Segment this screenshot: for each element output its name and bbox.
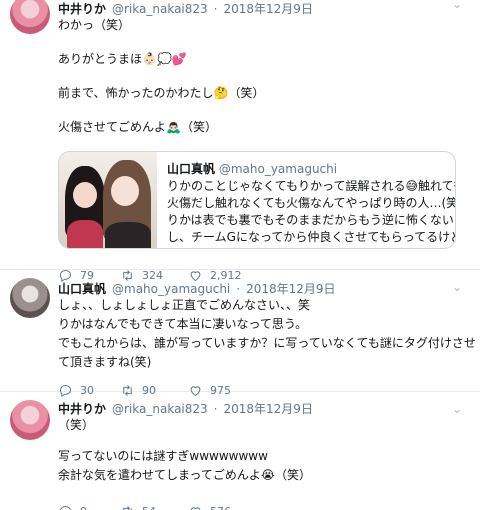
tweet-actions: 9 54 576 <box>58 501 468 510</box>
reply-icon <box>60 505 71 510</box>
separator-dot: · <box>236 282 241 296</box>
quoted-tweet[interactable]: 山口真帆 @maho_yamaguchi りかのことじゃなくてもりかって誤解され… <box>58 151 456 249</box>
tweet-text-line: しょ、、しょしょしょ正直でごめんなさい、、笑 <box>58 298 311 312</box>
tweet-text-line: て頂きますね(笑) <box>58 355 152 369</box>
tweet-reply[interactable]: ⌄ 山口真帆 @maho_yamaguchi · 2018年12月9日 しょ、、… <box>0 270 480 397</box>
display-name[interactable]: 中井りか <box>58 400 106 417</box>
tweet-reply[interactable]: ⌄ 中井りか @rika_nakai823 · 2018年12月9日 （笑） 写… <box>0 392 480 510</box>
quoted-text-line: りかのことじゃなくてもりかって誤解される😅触れても <box>167 179 455 193</box>
like-button[interactable]: 576 <box>188 504 278 510</box>
quoted-tweet-photo[interactable] <box>59 152 157 248</box>
tweet-header: 山口真帆 @maho_yamaguchi · 2018年12月9日 <box>58 280 468 296</box>
quoted-text-line: りかは表でも裏でもそのままだからもう逆に怖くない <box>167 213 454 227</box>
tweet-date[interactable]: 2018年12月9日 <box>246 280 335 297</box>
quoted-user-handle: @maho_yamaguchi <box>218 162 338 176</box>
quoted-text-line: し、チームGになってから仲良くさせてもらってるけど時 <box>167 230 455 244</box>
quoted-tweet-body: 山口真帆 @maho_yamaguchi りかのことじゃなくてもりかって誤解され… <box>157 152 455 248</box>
like-count: 576 <box>210 505 231 510</box>
tweet-text-line: ありがとうまほ👶🏻💭💕 <box>58 52 187 66</box>
tweet-header: 中井りか @rika_nakai823 · 2018年12月9日 <box>58 0 468 16</box>
tweet-text-line: （笑） <box>58 418 95 432</box>
reply-count: 9 <box>80 505 87 510</box>
display-name[interactable]: 山口真帆 <box>58 280 106 297</box>
display-name[interactable]: 中井りか <box>58 0 106 17</box>
tweet-date[interactable]: 2018年12月9日 <box>224 400 313 417</box>
tweet-text-line: わかっ（笑） <box>58 18 131 32</box>
quoted-display-name: 山口真帆 <box>167 162 216 176</box>
separator-dot: · <box>213 2 218 16</box>
avatar[interactable] <box>10 0 50 34</box>
heart-icon <box>190 506 201 510</box>
separator-dot: · <box>213 402 218 416</box>
tweet-main[interactable]: ⌄ 中井りか @rika_nakai823 · 2018年12月9日 わかっ（笑… <box>0 0 480 282</box>
chevron-down-icon[interactable]: ⌄ <box>452 0 462 11</box>
retweet-icon <box>123 505 132 510</box>
avatar[interactable] <box>10 278 50 318</box>
user-handle[interactable]: @maho_yamaguchi <box>112 282 230 296</box>
chevron-down-icon[interactable]: ⌄ <box>452 402 462 416</box>
tweet-text-line: 前まで、怖かったのかわたし🤔（笑） <box>58 86 265 100</box>
user-handle[interactable]: @rika_nakai823 <box>112 2 208 16</box>
tweet-date[interactable]: 2018年12月9日 <box>224 0 313 17</box>
tweet-text-line: 写ってないのには謎すぎwwwwwwww <box>58 449 268 463</box>
reply-button[interactable]: 9 <box>58 504 120 510</box>
tweet-text-line: でもこれからは、誰が写っていますか？に写っていなくても謎にタグ付けさせ <box>58 336 476 350</box>
user-handle[interactable]: @rika_nakai823 <box>112 402 208 416</box>
quoted-text-line: 火傷だし触れなくても火傷なんてやっぱり時の人…(笑) <box>167 196 455 210</box>
chevron-down-icon[interactable]: ⌄ <box>452 280 462 294</box>
retweet-count: 54 <box>142 505 156 510</box>
tweet-text-line: 余計な気を遣わせてしまってごめんよ😭（笑） <box>58 468 311 482</box>
tweet-header: 中井りか @rika_nakai823 · 2018年12月9日 <box>58 400 468 416</box>
avatar[interactable] <box>10 400 50 440</box>
tweet-text-line: 火傷させてごめんよ🙇🏻‍♂️（笑） <box>58 120 217 134</box>
tweet-text-line: りかはなんでもできて本当に凄いなって思う。 <box>58 317 308 331</box>
retweet-button[interactable]: 54 <box>120 504 188 510</box>
